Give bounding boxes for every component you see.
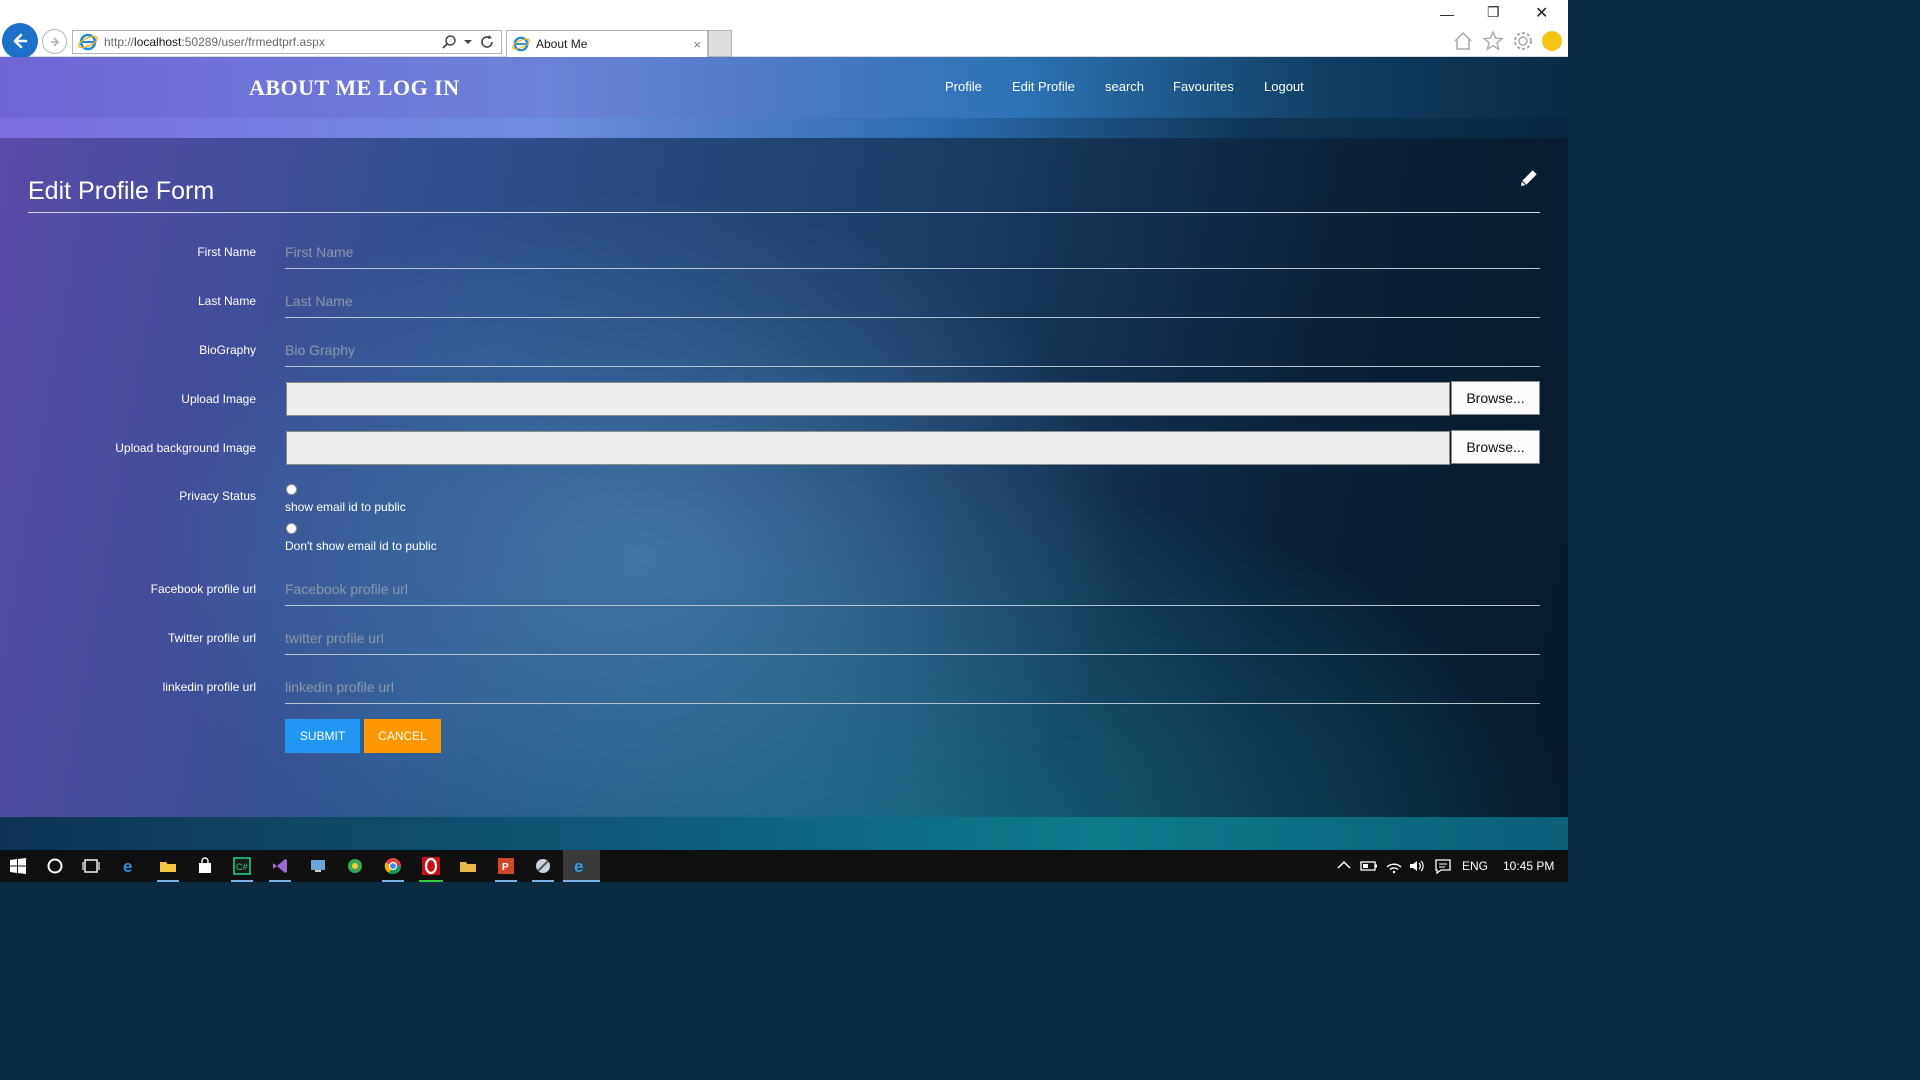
svg-text:C#: C#: [236, 862, 248, 872]
nav-search[interactable]: search: [1105, 79, 1144, 94]
ie-tab-icon: [512, 36, 530, 52]
submit-button[interactable]: SUBMIT: [285, 719, 360, 753]
wifi-icon[interactable]: [1385, 857, 1403, 875]
folder-icon[interactable]: [459, 857, 477, 875]
last-name-label: Last Name: [197, 294, 256, 308]
brand-title[interactable]: ABOUT ME LOG IN: [249, 75, 460, 101]
tab-title: About Me: [536, 37, 588, 51]
tab-close-icon[interactable]: ×: [693, 37, 701, 52]
opera-icon[interactable]: [422, 857, 440, 875]
facebook-url-label: Facebook profile url: [150, 582, 256, 596]
taskbar: e C# P e ENG 10:45 PM: [0, 850, 1568, 882]
nav-favourites[interactable]: Favourites: [1173, 79, 1234, 94]
navbar: ABOUT ME LOG IN Profile Edit Profile sea…: [0, 57, 1568, 118]
forward-button[interactable]: [42, 29, 67, 54]
dropdown-icon[interactable]: [463, 37, 473, 47]
xbox-app-icon[interactable]: [346, 857, 364, 875]
close-window-icon[interactable]: ✕: [1535, 3, 1548, 23]
volume-icon[interactable]: [1408, 857, 1426, 875]
radio-show-email[interactable]: [286, 484, 297, 495]
first-name-input[interactable]: [285, 235, 1540, 269]
visual-studio-icon[interactable]: [271, 857, 289, 875]
show-hidden-icons-chevron-icon[interactable]: [1336, 857, 1352, 875]
clock-time[interactable]: 10:45 PM: [1503, 859, 1554, 873]
page-content: ABOUT ME LOG IN Profile Edit Profile sea…: [0, 57, 1568, 850]
browser-chrome: — ❐ ✕ http://localhost:50289/user/frmedt…: [0, 0, 1568, 59]
tab-about-me[interactable]: About Me ×: [506, 30, 708, 57]
action-center-icon[interactable]: [1434, 857, 1452, 875]
snipping-tool-icon[interactable]: [534, 857, 552, 875]
ie-icon: [78, 33, 98, 51]
jetbrains-icon[interactable]: C#: [233, 857, 251, 875]
linkedin-url-label: linkedin profile url: [162, 680, 256, 694]
upload-bg-browse-button[interactable]: Browse...: [1451, 430, 1540, 464]
back-arrow-icon: [13, 33, 28, 49]
upload-image-label: Upload Image: [181, 392, 256, 406]
upload-bg-label: Upload background Image: [115, 441, 256, 455]
biography-label: BioGraphy: [199, 343, 256, 357]
home-icon[interactable]: [1452, 30, 1474, 52]
pencil-edit-icon: [1521, 169, 1538, 186]
twitter-url-label: Twitter profile url: [167, 631, 256, 645]
refresh-icon[interactable]: [479, 34, 495, 50]
cortana-icon[interactable]: [46, 857, 64, 875]
title-divider: [28, 212, 1540, 213]
new-tab-button[interactable]: [708, 30, 732, 57]
forward-arrow-icon: [50, 36, 59, 47]
address-bar[interactable]: http://localhost:50289/user/frmedtprf.as…: [72, 30, 502, 54]
internet-explorer-taskbar-icon[interactable]: e: [572, 857, 590, 875]
form-title: Edit Profile Form: [28, 177, 215, 205]
windows-start-icon[interactable]: [9, 857, 27, 875]
twitter-url-input[interactable]: [285, 621, 1540, 655]
cancel-button[interactable]: CANCEL: [364, 719, 441, 753]
feedback-smiley-icon[interactable]: [1542, 31, 1562, 51]
svg-text:P: P: [502, 862, 509, 873]
favorites-star-icon[interactable]: [1482, 30, 1504, 52]
last-name-input[interactable]: [285, 284, 1540, 318]
store-icon[interactable]: [196, 857, 214, 875]
remote-desktop-icon[interactable]: [309, 857, 327, 875]
file-explorer-icon[interactable]: [159, 857, 177, 875]
task-view-icon[interactable]: [82, 857, 100, 875]
chrome-icon[interactable]: [384, 857, 402, 875]
upload-bg-file-input[interactable]: [286, 431, 1450, 465]
radio-hide-email[interactable]: [286, 523, 297, 534]
nav-edit-profile[interactable]: Edit Profile: [1012, 79, 1075, 94]
radio-hide-email-label[interactable]: Don't show email id to public: [285, 539, 437, 553]
battery-icon[interactable]: [1360, 857, 1378, 875]
search-icon[interactable]: [441, 34, 457, 50]
upload-image-file-input[interactable]: [286, 382, 1450, 416]
privacy-status-label: Privacy Status: [179, 489, 256, 503]
svg-text:e: e: [574, 857, 583, 875]
language-indicator[interactable]: ENG: [1462, 859, 1488, 873]
restore-icon[interactable]: ❐: [1487, 4, 1500, 21]
linkedin-url-input[interactable]: [285, 670, 1540, 704]
navbar-strip: [0, 118, 1568, 138]
minimize-icon[interactable]: —: [1440, 6, 1454, 22]
nav-logout[interactable]: Logout: [1264, 79, 1304, 94]
svg-text:e: e: [123, 857, 132, 875]
address-url[interactable]: http://localhost:50289/user/frmedtprf.as…: [104, 35, 441, 49]
first-name-label: First Name: [197, 245, 256, 259]
biography-input[interactable]: [285, 333, 1540, 367]
back-button[interactable]: [2, 23, 38, 59]
upload-image-browse-button[interactable]: Browse...: [1451, 381, 1540, 415]
facebook-url-input[interactable]: [285, 572, 1540, 606]
edge-icon[interactable]: e: [121, 857, 139, 875]
settings-gear-icon[interactable]: [1512, 30, 1534, 52]
powerpoint-icon[interactable]: P: [497, 857, 515, 875]
radio-show-email-label[interactable]: show email id to public: [285, 500, 406, 514]
page-footer: [0, 817, 1568, 850]
nav-profile[interactable]: Profile: [945, 79, 982, 94]
